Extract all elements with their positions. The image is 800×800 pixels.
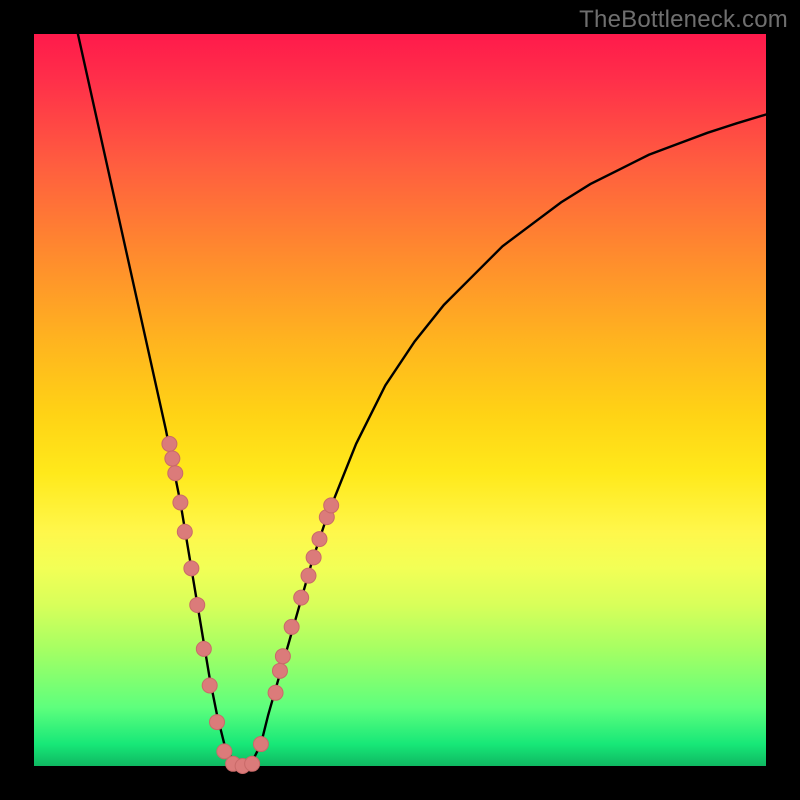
- chart-frame: TheBottleneck.com: [0, 0, 800, 800]
- data-marker: [184, 561, 199, 576]
- data-marker: [162, 436, 177, 451]
- data-marker: [165, 451, 180, 466]
- data-marker: [324, 498, 339, 513]
- curve-svg: [34, 34, 766, 766]
- data-marker: [294, 590, 309, 605]
- data-marker: [210, 715, 225, 730]
- data-marker: [306, 550, 321, 565]
- data-marker: [284, 619, 299, 634]
- data-marker: [173, 495, 188, 510]
- bottleneck-curve: [78, 34, 766, 766]
- data-marker: [301, 568, 316, 583]
- data-marker: [217, 744, 232, 759]
- data-marker: [268, 685, 283, 700]
- data-marker: [202, 678, 217, 693]
- plot-area: [34, 34, 766, 766]
- data-marker: [312, 532, 327, 547]
- watermark-text: TheBottleneck.com: [579, 6, 788, 34]
- data-marker: [190, 597, 205, 612]
- data-marker: [177, 524, 192, 539]
- markers-group: [162, 436, 339, 773]
- data-marker: [196, 641, 211, 656]
- data-marker: [245, 756, 260, 771]
- data-marker: [168, 466, 183, 481]
- data-marker: [253, 737, 268, 752]
- data-marker: [272, 663, 287, 678]
- data-marker: [275, 649, 290, 664]
